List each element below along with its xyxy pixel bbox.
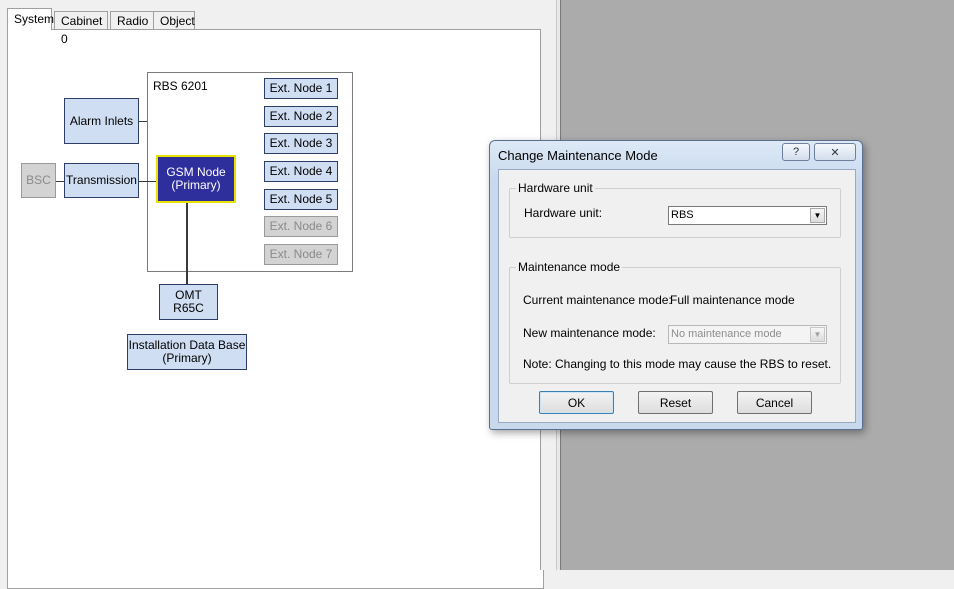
tab-radio[interactable]: Radio [110,11,155,29]
dialog-body: Hardware unit Hardware unit: RBS ▼ Maint… [498,169,856,423]
tab-system[interactable]: System [7,8,54,30]
omt-version: R65C [173,301,204,315]
chevron-down-icon[interactable]: ▼ [810,208,825,223]
hardware-unit-select[interactable]: RBS ▼ [668,206,827,225]
connector-bsc [56,181,64,182]
connector-transmission [139,181,157,182]
ext-node-5[interactable]: Ext. Node 5 [264,189,338,210]
reset-note: Note: Changing to this mode may cause th… [523,357,832,371]
ext-node-1[interactable]: Ext. Node 1 [264,78,338,99]
reset-button[interactable]: Reset [638,391,713,414]
hardware-unit-group: Hardware unit Hardware unit: RBS ▼ [509,181,841,238]
maintenance-group-label: Maintenance mode [516,260,623,274]
ok-button[interactable]: OK [539,391,614,414]
rbs-title: RBS 6201 [153,79,208,93]
alarm-inlets-label: Alarm Inlets [69,113,134,128]
help-icon: ? [792,146,800,158]
connector-omt [186,203,188,284]
hardware-unit-value: RBS [671,209,694,221]
ext-node-label: Ext. Node 3 [269,136,333,150]
omt-node[interactable]: OMT R65C [159,284,218,320]
chevron-down-icon: ▼ [810,327,825,342]
ext-node-2[interactable]: Ext. Node 2 [264,106,338,127]
bsc-node[interactable]: BSC [21,163,56,198]
current-mode-value: Full maintenance mode [670,293,795,307]
idb-sublabel: (Primary) [162,351,212,365]
alarm-inlets-node[interactable]: Alarm Inlets [64,98,139,144]
installation-database-node[interactable]: Installation Data Base (Primary) [127,334,247,370]
ext-node-7: Ext. Node 7 [264,244,338,265]
gsm-node[interactable]: GSM Node (Primary) [156,155,236,203]
cancel-button[interactable]: Cancel [737,391,812,414]
new-mode-value: No maintenance mode [671,328,782,340]
close-icon: ✕ [830,146,840,159]
maintenance-mode-group: Maintenance mode Current maintenance mod… [509,260,841,384]
change-maintenance-mode-dialog: Change Maintenance Mode ? ✕ Hardware uni… [489,140,863,430]
transmission-node[interactable]: Transmission [64,163,139,198]
new-mode-select: No maintenance mode ▼ [668,325,827,344]
ext-node-label: Ext. Node 6 [269,219,333,233]
transmission-label: Transmission [66,173,137,187]
tab-object[interactable]: Object [153,11,195,29]
ext-node-label: Ext. Node 7 [269,247,333,261]
ext-node-4[interactable]: Ext. Node 4 [264,161,338,182]
current-mode-label: Current maintenance mode: [523,293,672,307]
hardware-group-label: Hardware unit [516,181,595,195]
tab-cabinet-0[interactable]: Cabinet 0 [54,11,108,46]
ext-node-label: Ext. Node 4 [269,164,333,178]
help-button[interactable]: ? [782,143,810,161]
gsm-node-sublabel: (Primary) [171,178,221,192]
ext-node-3[interactable]: Ext. Node 3 [264,133,338,154]
close-button[interactable]: ✕ [814,143,856,161]
bsc-label: BSC [26,173,51,187]
new-mode-label: New maintenance mode: [523,326,656,340]
hardware-unit-label: Hardware unit: [524,206,603,220]
ext-node-6: Ext. Node 6 [264,216,338,237]
ext-node-label: Ext. Node 1 [269,81,333,95]
connector-alarm [139,121,147,122]
ext-node-label: Ext. Node 2 [269,109,333,123]
dialog-title: Change Maintenance Mode [498,148,658,163]
ext-node-label: Ext. Node 5 [269,192,333,206]
